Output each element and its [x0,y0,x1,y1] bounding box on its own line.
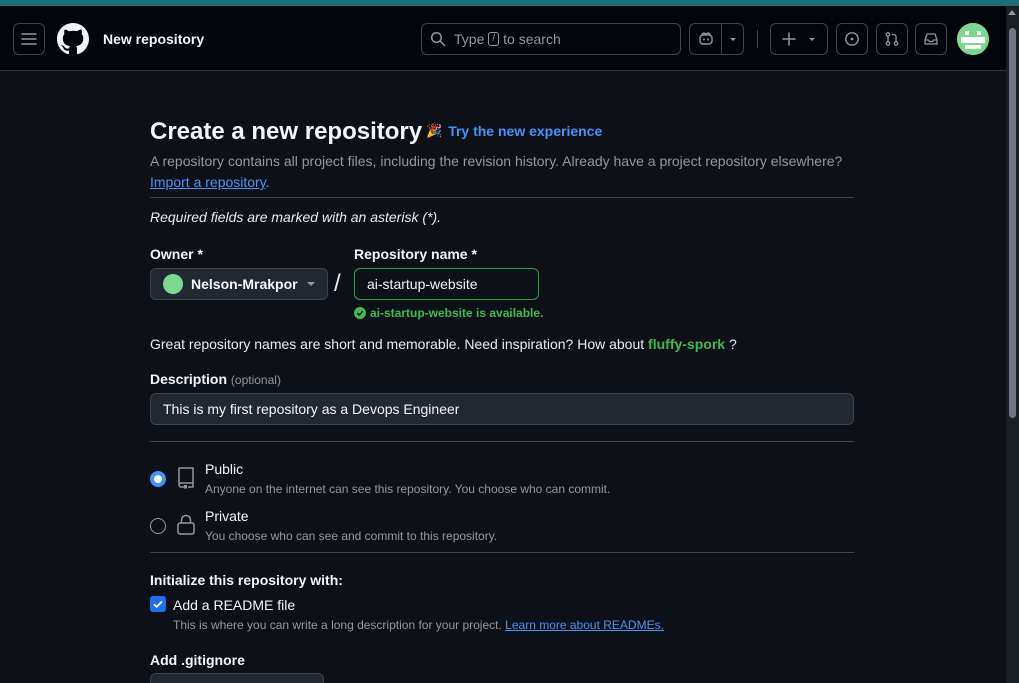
availability-message: ai-startup-website is available. [354,306,543,320]
search-placeholder-suffix: to search [503,31,561,47]
readme-description-text: This is where you can write a long descr… [173,618,502,632]
section-divider [150,441,854,442]
section-divider [150,552,854,553]
name-inspiration: Great repository names are short and mem… [150,336,737,352]
pull-requests-button[interactable] [876,23,908,55]
gitignore-select[interactable] [150,673,324,683]
private-title: Private [205,508,249,524]
readme-checkbox[interactable] [150,596,166,612]
owner-avatar [163,274,183,294]
try-new-experience-link[interactable]: 🎉 Try the new experience [426,123,602,139]
owner-name: Nelson-Mrakpor [191,276,298,292]
page-title: Create a new repository [150,118,423,145]
repo-name-label: Repository name * [354,246,477,262]
inspiration-text: Great repository names are short and mem… [150,336,645,352]
description-input[interactable]: This is my first repository as a Devops … [150,393,854,425]
availability-text: ai-startup-website is available. [370,306,544,320]
github-logo-icon[interactable] [57,23,89,58]
owner-select[interactable]: Nelson-Mrakpor [150,268,328,300]
checkmark-icon [153,600,163,609]
import-repository-link[interactable]: Import a repository [150,174,266,190]
create-new-button[interactable] [770,23,828,55]
public-radio[interactable] [150,471,166,487]
owner-label: Owner * [150,246,203,262]
suggested-name[interactable]: fluffy-spork [648,336,725,352]
page-scrollbar[interactable] [1006,6,1019,683]
issues-button[interactable] [836,23,868,55]
header-divider [757,30,758,48]
copilot-menu-button[interactable] [721,23,744,55]
scrollbar-thumb[interactable] [1009,28,1016,418]
gitignore-label: Add .gitignore [150,652,245,668]
public-description: Anyone on the internet can see this repo… [205,482,611,496]
repo-name-input[interactable]: ai-startup-website [354,268,539,300]
private-description: You choose who can see and commit to thi… [205,529,498,543]
hamburger-menu-icon [21,33,37,45]
init-heading: Initialize this repository with: [150,572,343,588]
owner-repo-separator: / [334,270,341,297]
readme-label[interactable]: Add a README file [173,597,295,613]
pull-requests-icon [885,32,899,46]
try-new-experience-label: Try the new experience [448,123,603,139]
description-label-text: Description [150,371,228,387]
chevron-down-icon [809,38,815,41]
search-input[interactable]: Type / to search [421,23,681,55]
inbox-button[interactable] [915,23,947,55]
chevron-down-icon [729,38,736,41]
required-note: Required fields are marked with an aster… [150,209,442,225]
copilot-button[interactable] [689,23,722,55]
description-label: Description (optional) [150,371,281,387]
inbox-icon [924,33,938,45]
readme-description: This is where you can write a long descr… [173,618,664,632]
page-subtitle: A repository contains all project files,… [150,151,854,193]
copilot-icon [698,32,713,45]
subtitle-period: . [265,174,270,190]
check-circle-icon [354,307,366,319]
repo-icon [178,467,194,489]
avatar[interactable] [957,23,989,55]
lock-icon [177,514,195,535]
menu-button[interactable] [13,23,45,55]
search-shortcut-key: / [488,32,500,46]
search-icon [430,31,446,47]
optional-tag: (optional) [230,373,281,387]
subtitle-text: A repository contains all project files,… [150,153,843,169]
public-title: Public [205,461,244,477]
party-icon: 🎉 [426,123,443,138]
section-divider [150,197,854,198]
chevron-down-icon [307,282,315,286]
scroll-up-arrow-icon[interactable] [1008,10,1016,15]
plus-icon [782,32,796,46]
private-radio[interactable] [150,518,166,534]
header-title[interactable]: New repository [103,31,204,47]
global-header: New repository Type / to search [0,6,1006,71]
search-placeholder-prefix: Type [454,31,485,47]
inspiration-question-mark: ? [728,336,737,352]
issues-icon [845,32,859,46]
learn-more-readmes-link[interactable]: Learn more about READMEs. [505,618,664,632]
